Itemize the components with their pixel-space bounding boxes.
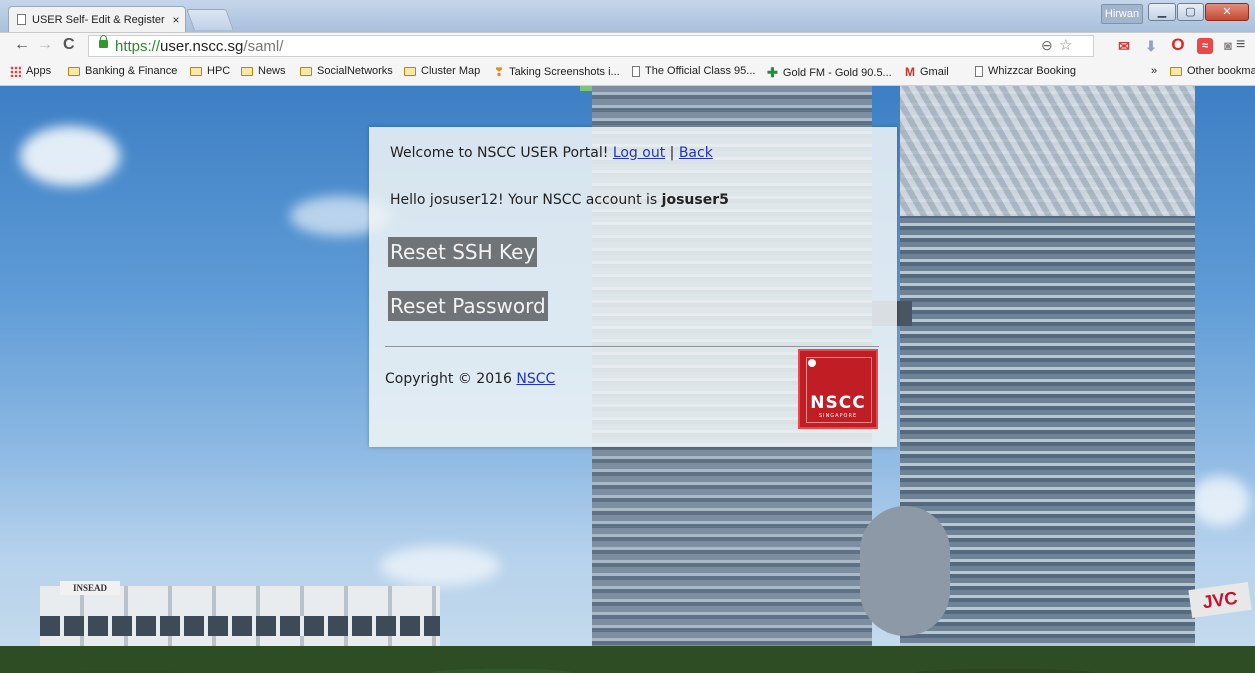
cloud (20, 126, 120, 186)
url-text[interactable]: https://user.nscc.sg/saml/ (115, 38, 283, 55)
bookmark-label: Apps (26, 65, 52, 77)
folder-icon (68, 66, 80, 76)
bookmark-class95[interactable]: The Official Class 95... (632, 65, 755, 77)
bookmark-label: Whizzcar Booking (988, 65, 1077, 77)
reset-ssh-key-button[interactable]: Reset SSH Key (388, 237, 538, 267)
bookmark-whizzcar[interactable]: Whizzcar Booking (975, 65, 1076, 77)
address-bar[interactable]: https://user.nscc.sg/saml/ ⊖ ☆ (88, 35, 1094, 57)
close-window-button[interactable]: ✕ (1205, 3, 1249, 21)
menu-icon[interactable]: ≡ (1236, 36, 1245, 54)
minimize-button[interactable]: ▁ (1148, 3, 1176, 21)
page-icon (17, 14, 26, 25)
browser-toolbar: ← → C https://user.nscc.sg/saml/ ⊖ ☆ ✉ ⬇… (0, 32, 1255, 60)
bookmark-goldfm[interactable]: ✚ Gold FM - Gold 90.5... (767, 65, 892, 81)
divider (385, 346, 879, 347)
bookmark-label: Banking & Finance (85, 65, 178, 77)
account-info: Hello josuser12! Your NSCC account is jo… (390, 192, 729, 208)
welcome-text: Welcome to NSCC USER Portal! (390, 145, 609, 161)
profile-badge[interactable]: Hirwan (1101, 4, 1143, 24)
apps-icon (10, 65, 21, 77)
back-link[interactable]: Back (679, 145, 713, 161)
bookmark-label: News (258, 65, 286, 77)
page-icon (632, 65, 640, 77)
lock-icon (99, 35, 108, 48)
extension-icon[interactable]: ◙ (1220, 38, 1236, 54)
title-bar: USER Self- Edit & Register × Hirwan ▁ ▢ … (0, 0, 1255, 32)
footer-copyright: Copyright © 2016 NSCC (385, 371, 555, 387)
browser-tab[interactable]: USER Self- Edit & Register × (8, 6, 186, 32)
url-path: /saml/ (243, 38, 284, 55)
logo-dot (808, 359, 816, 367)
folder-icon (241, 66, 253, 76)
page-background: INSEAD JVC Welcome to NSCC USER Portal! … (0, 86, 1255, 673)
bookmark-socialnetworks[interactable]: SocialNetworks (300, 65, 393, 77)
portal-card: Welcome to NSCC USER Portal! Log out | B… (369, 127, 897, 447)
url-scheme: https:// (115, 38, 161, 55)
tab-close-icon[interactable]: × (167, 13, 185, 27)
trees (0, 626, 1255, 673)
maximize-button[interactable]: ▢ (1177, 3, 1204, 21)
building-crown (900, 86, 1195, 216)
welcome-line: Welcome to NSCC USER Portal! Log out | B… (390, 145, 713, 161)
hello-text: Hello josuser12! Your NSCC account is (390, 192, 658, 208)
opera-extension-icon[interactable]: O (1170, 36, 1186, 54)
link-separator: | (669, 145, 675, 161)
cloud (1190, 476, 1250, 526)
bookmark-label: SocialNetworks (317, 65, 393, 77)
bookmark-banking[interactable]: Banking & Finance (68, 65, 177, 77)
reload-icon[interactable]: C (63, 36, 75, 54)
bookmark-apps[interactable]: Apps (10, 65, 51, 77)
new-tab-button[interactable] (186, 9, 234, 30)
pocket-extension-icon[interactable]: ≈ (1197, 38, 1213, 54)
bookmark-screenshots[interactable]: ❣ Taking Screenshots i... (494, 65, 620, 79)
bookmark-label: HPC (207, 65, 231, 77)
plus-icon: ✚ (767, 65, 778, 80)
mail-extension-icon[interactable]: ✉ (1116, 38, 1132, 54)
tab-title: USER Self- Edit & Register (32, 13, 165, 26)
bookmarks-bar: Apps Banking & Finance HPC News SocialNe… (0, 59, 1255, 86)
download-extension-icon[interactable]: ⬇ (1143, 38, 1159, 54)
hand-icon: ❣ (494, 65, 505, 79)
nscc-link[interactable]: NSCC (516, 371, 555, 387)
bookmark-other[interactable]: Other bookmarks (1170, 65, 1255, 77)
bookmark-label: Other bookmarks (1187, 65, 1255, 77)
account-name: josuser5 (661, 192, 729, 208)
bookmark-gmail[interactable]: M Gmail (905, 65, 949, 79)
folder-icon (190, 66, 202, 76)
gmail-icon: M (905, 65, 915, 79)
building-pod (860, 506, 950, 636)
logout-link[interactable]: Log out (613, 145, 665, 161)
url-host: user.nscc.sg (160, 38, 244, 55)
bookmarks-overflow-icon[interactable]: » (1151, 65, 1157, 77)
bookmark-label: Gold FM - Gold 90.5... (782, 67, 892, 79)
folder-icon (404, 66, 416, 76)
back-arrow-icon[interactable]: ← (14, 36, 30, 54)
bookmark-cluster-map[interactable]: Cluster Map (404, 65, 480, 77)
bookmark-star-icon[interactable]: ☆ (1059, 36, 1072, 54)
copyright-text: Copyright © 2016 (385, 371, 512, 387)
cloud (380, 546, 500, 586)
folder-icon (300, 66, 312, 76)
reset-password-button[interactable]: Reset Password (388, 291, 548, 321)
insead-sign: INSEAD (60, 581, 120, 595)
bookmark-news[interactable]: News (241, 65, 286, 77)
bookmark-label: Gmail (920, 66, 949, 78)
bookmark-hpc[interactable]: HPC (190, 65, 230, 77)
jvc-sign: JVC (1188, 581, 1252, 619)
logo-subtext: SINGAPORE (818, 413, 858, 419)
logo-text: NSCC (810, 393, 866, 413)
folder-icon (1170, 66, 1182, 76)
nscc-logo: NSCC SINGAPORE (798, 349, 878, 429)
forward-arrow-icon[interactable]: → (37, 36, 53, 54)
bookmark-label: Cluster Map (421, 65, 481, 77)
bookmark-label: Taking Screenshots i... (509, 66, 620, 78)
zoom-icon[interactable]: ⊖ (1041, 37, 1053, 54)
bookmark-label: The Official Class 95... (645, 65, 756, 77)
page-icon (975, 65, 983, 77)
